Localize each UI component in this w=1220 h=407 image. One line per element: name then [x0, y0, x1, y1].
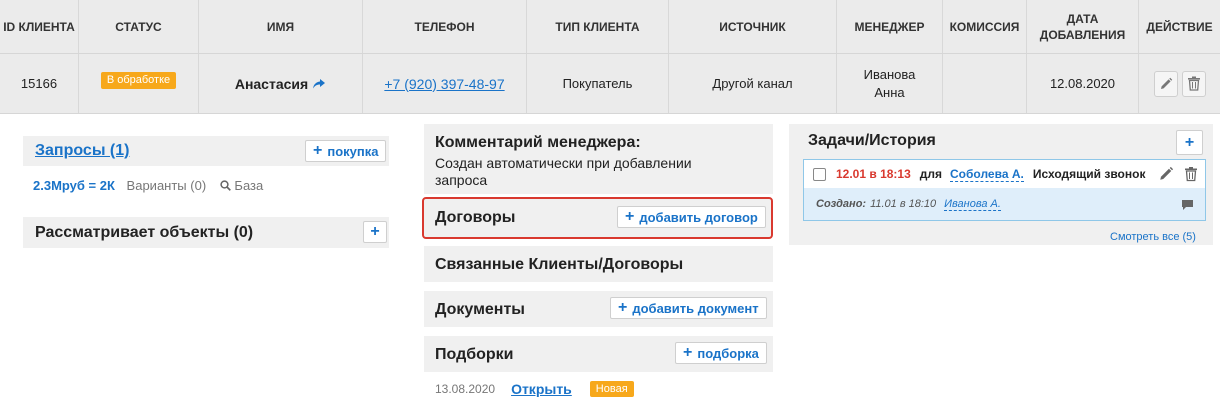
add-purchase-button[interactable]: + покупка [305, 140, 387, 162]
action-cell [1138, 54, 1220, 113]
task-creator[interactable]: Иванова А. [944, 198, 1001, 211]
selections-title: Подборки [435, 346, 514, 363]
client-id: 15166 [20, 75, 58, 91]
header-manager[interactable]: МЕНЕДЖЕР [836, 0, 942, 53]
manager-firstname: Анна [874, 84, 905, 100]
pencil-icon[interactable] [1158, 166, 1174, 182]
table-header-row: ID КЛИЕНТА СТАТУС ИМЯ ТЕЛЕФОН ТИП КЛИЕНТ… [0, 0, 1220, 54]
related-title: Связанные Клиенты/Договоры [435, 256, 684, 273]
see-all-link[interactable]: Смотреть все (5) [1110, 231, 1196, 243]
task-checkbox[interactable] [813, 167, 826, 181]
add-purchase-label: покупка [327, 143, 379, 159]
task-header: 12.01 в 18:13 для Соболева А. Исходящий … [804, 160, 1205, 188]
plus-icon: + [370, 223, 380, 240]
header-name[interactable]: ИМЯ [198, 0, 362, 53]
objects-title: Рассматривает объекты (0) [35, 224, 254, 241]
status-badge: В обработке [100, 72, 177, 89]
phone-cell: +7 (920) 397-48-97 [362, 54, 526, 113]
request-price[interactable]: 2.3Мруб = 2К [33, 178, 115, 193]
plus-icon: + [618, 299, 628, 316]
created-time: 11.01 в 18:10 [870, 198, 937, 210]
phone-link[interactable]: +7 (920) 397-48-97 [384, 75, 504, 93]
search-icon [220, 180, 231, 191]
task-meta: Создано: 11.01 в 18:10 Иванова А. [804, 188, 1205, 220]
add-selection-label: подборка [697, 345, 759, 361]
selections-panel: Подборки + подборка [424, 336, 773, 372]
trash-icon [1187, 76, 1200, 91]
commission [942, 54, 1026, 113]
request-summary: 2.3Мруб = 2К Варианты (0) База [33, 178, 263, 193]
comment-icon[interactable] [1181, 199, 1194, 211]
task-type: Исходящий звонок [1032, 167, 1146, 181]
header-id[interactable]: ID КЛИЕНТА [0, 0, 78, 53]
requests-title[interactable]: Запросы (1) [35, 142, 129, 160]
client-name[interactable]: Анастасия [235, 75, 308, 93]
add-selection-button[interactable]: + подборка [675, 342, 767, 364]
related-panel: Связанные Клиенты/Договоры [424, 246, 773, 282]
comment-text: Создан автоматически при добавлении запр… [435, 155, 692, 189]
add-document-label: добавить документ [632, 300, 759, 316]
task-item: 12.01 в 18:13 для Соболева А. Исходящий … [803, 159, 1206, 221]
header-commission[interactable]: КОМИССИЯ [942, 0, 1026, 53]
base-link[interactable]: База [220, 178, 263, 193]
pencil-icon [1160, 77, 1172, 89]
created-label: Создано: [816, 198, 867, 210]
selection-date: 13.08.2020 [435, 382, 496, 396]
task-for-label: для [919, 167, 943, 181]
base-label: База [234, 178, 264, 193]
documents-title: Документы [435, 301, 525, 318]
header-action: ДЕЙСТВИЕ [1138, 0, 1220, 53]
add-document-button[interactable]: + добавить документ [610, 297, 767, 319]
comment-text-line1: Создан автоматически при добавлении [435, 155, 692, 171]
header-source[interactable]: ИСТОЧНИК [668, 0, 836, 53]
share-arrow-icon[interactable] [312, 78, 326, 90]
header-status[interactable]: СТАТУС [78, 0, 198, 53]
open-selection-link[interactable]: Открыть [511, 381, 572, 397]
header-phone[interactable]: ТЕЛЕФОН [362, 0, 526, 53]
objects-panel: Рассматривает объекты (0) + [23, 217, 389, 248]
plus-icon: + [1184, 133, 1195, 151]
edit-button[interactable] [1153, 70, 1178, 97]
task-time: 12.01 в 18:13 [836, 167, 911, 181]
variants-link[interactable]: Варианты (0) [127, 178, 207, 193]
new-badge: Новая [589, 381, 634, 397]
name-cell: Анастасия [198, 54, 362, 113]
table-row[interactable]: 15166 В обработке Анастасия +7 (920) 397… [0, 54, 1220, 114]
client-type: Покупатель [526, 54, 668, 113]
header-client-type[interactable]: ТИП КЛИЕНТА [526, 0, 668, 53]
add-object-button[interactable]: + [363, 221, 387, 243]
manager-cell: Иванова Анна [836, 54, 942, 113]
source: Другой канал [668, 54, 836, 113]
documents-panel: Документы + добавить документ [424, 291, 773, 327]
delete-button[interactable] [1181, 70, 1206, 97]
contracts-highlight [422, 197, 773, 239]
comment-title: Комментарий менеджера: [435, 134, 641, 151]
comment-text-line2: запроса [435, 172, 488, 188]
manager-surname: Иванова [863, 66, 916, 82]
header-date-added[interactable]: ДАТА ДОБАВЛЕНИЯ [1026, 0, 1138, 53]
plus-icon: + [683, 344, 693, 361]
plus-icon: + [313, 142, 323, 159]
add-task-button[interactable]: + [1176, 130, 1203, 155]
requests-panel: Запросы (1) + покупка [23, 136, 389, 166]
task-assignee[interactable]: Соболева А. [950, 167, 1024, 182]
tasks-title: Задачи/История [808, 132, 936, 149]
trash-icon[interactable] [1184, 166, 1198, 182]
status-cell: В обработке [78, 54, 198, 113]
date-added: 12.08.2020 [1026, 54, 1138, 113]
selection-item: 13.08.2020 Открыть Новая [435, 381, 634, 397]
comment-panel: Комментарий менеджера: Создан автоматиче… [424, 124, 773, 194]
